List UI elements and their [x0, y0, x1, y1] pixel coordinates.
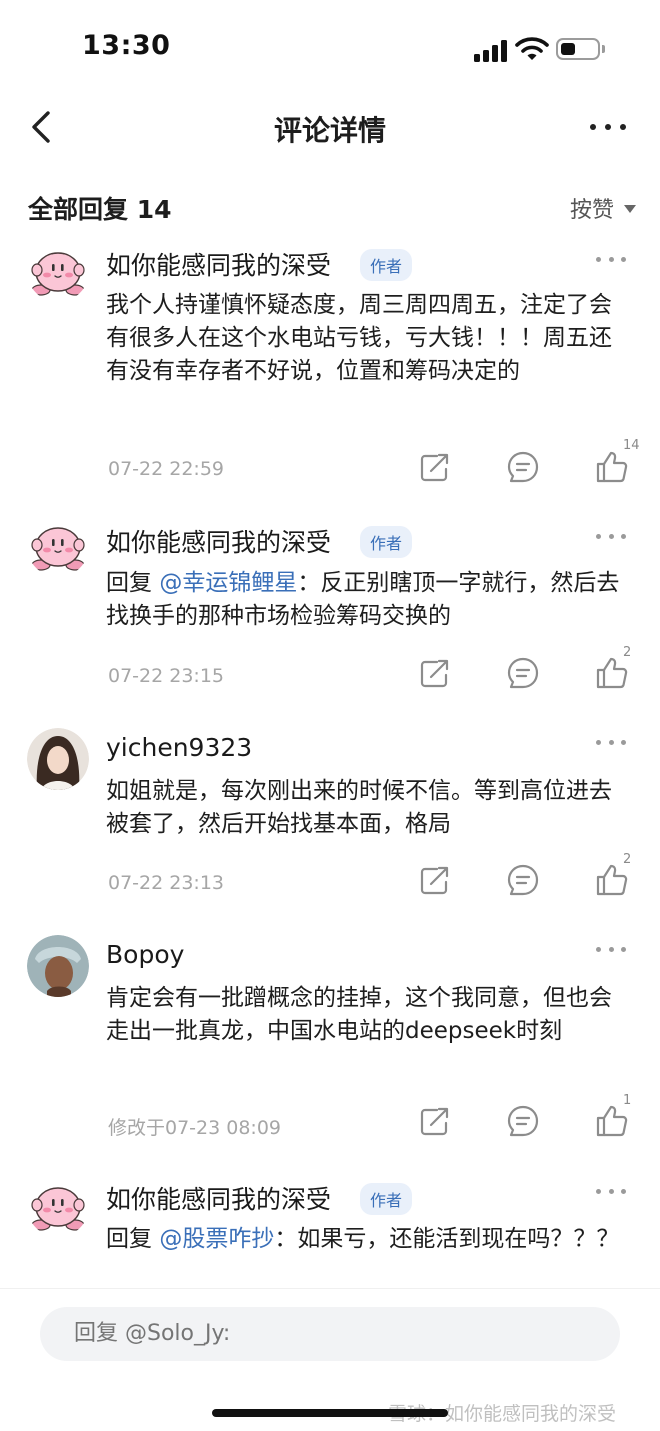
battery-tip [602, 45, 605, 53]
share-icon[interactable] [417, 655, 453, 691]
replies-header: 全部回复 14 按赞 [28, 190, 640, 226]
share-icon[interactable] [417, 1103, 453, 1139]
comment-icon[interactable] [505, 862, 541, 898]
more-dot [590, 124, 596, 130]
avatar[interactable] [27, 515, 89, 577]
comment-text: 肯定会有一批蹭概念的挂掉，这个我同意，但也会走出一批真龙，中国水电站的deeps… [106, 985, 612, 1044]
comment-more-button[interactable] [596, 737, 626, 747]
comment-text: 我个人持谨慎怀疑态度，周三周四周五，注定了会有很多人在这个水电站亏钱，亏大钱！！… [106, 292, 612, 384]
comment-username[interactable]: 如你能感同我的深受 [106, 1180, 331, 1216]
reply-prefix: 回复 [106, 1226, 160, 1252]
share-icon[interactable] [417, 862, 453, 898]
comment-text: 回复 @幸运锦鲤星：反正别瞎顶一字就行，然后去找换手的那种市场检验筹码交换的 [106, 567, 626, 633]
comment-more-button[interactable] [596, 254, 626, 264]
home-indicator [212, 1409, 448, 1417]
like-count: 14 [623, 438, 640, 453]
author-badge: 作者 [360, 249, 413, 281]
comment-time: 07-22 22:59 [108, 458, 225, 480]
more-dot [620, 124, 626, 130]
reply-bar: 雪球：如你能感同我的深受 [0, 1288, 660, 1431]
mention-link[interactable]: @股票咋抄 [159, 1226, 274, 1252]
status-bar: 13:30 [0, 0, 660, 90]
battery-icon [556, 38, 600, 60]
nav-bar: 评论详情 [0, 95, 660, 159]
author-badge: 作者 [360, 526, 413, 558]
wifi-icon [515, 37, 549, 60]
status-time: 13:30 [82, 30, 171, 61]
avatar[interactable] [27, 935, 89, 997]
page-title: 评论详情 [273, 114, 386, 147]
comment-more-button[interactable] [596, 1186, 626, 1196]
share-icon[interactable] [417, 449, 453, 485]
comment-more-button[interactable] [596, 944, 626, 954]
thumbs-up-icon[interactable] [594, 449, 630, 485]
comment-time: 07-22 23:15 [108, 665, 225, 687]
thumbs-up-icon[interactable] [594, 1103, 630, 1139]
cellular-signal-icon [474, 40, 508, 62]
comment-time: 07-22 23:13 [108, 872, 225, 894]
thumbs-up-icon[interactable] [594, 655, 630, 691]
comment-text: 如姐就是，每次刚出来的时候不信。等到高位进去被套了，然后开始找基本面，格局 [106, 778, 612, 837]
avatar[interactable] [27, 1175, 89, 1237]
comment-more-button[interactable] [596, 531, 626, 541]
mention-link[interactable]: @幸运锦鲤星 [159, 570, 297, 596]
sort-label: 按赞 [569, 198, 614, 223]
comment-icon[interactable] [505, 655, 541, 691]
thumbs-up-icon[interactable] [594, 862, 630, 898]
comment-username[interactable]: 如你能感同我的深受 [106, 246, 331, 282]
reply-prefix: 回复 [106, 570, 160, 596]
more-dot [605, 124, 611, 130]
more-options-button[interactable] [590, 107, 626, 147]
avatar[interactable] [27, 728, 89, 790]
avatar[interactable] [27, 240, 89, 302]
sort-dropdown[interactable]: 按赞 [570, 192, 636, 224]
comment-username[interactable]: yichen9323 [106, 733, 252, 762]
comment-text: 回复 @股票咋抄：如果亏，还能活到现在吗？？？ [106, 1223, 626, 1287]
like-count: 2 [623, 852, 632, 867]
like-count: 1 [623, 1093, 632, 1108]
comment-icon[interactable] [505, 449, 541, 485]
comment-username[interactable]: Bopoy [106, 940, 184, 969]
replies-count: 全部回复 14 [28, 195, 172, 224]
reply-body: ：如果亏，还能活到现在吗？？？ [274, 1226, 620, 1252]
comment-icon[interactable] [505, 1103, 541, 1139]
caret-down-icon [624, 205, 636, 213]
comment-username[interactable]: 如你能感同我的深受 [106, 523, 331, 559]
reply-input[interactable] [40, 1307, 620, 1361]
like-count: 2 [623, 645, 632, 660]
author-badge: 作者 [360, 1183, 413, 1215]
comment-time: 修改于07-23 08:09 [108, 1117, 282, 1139]
